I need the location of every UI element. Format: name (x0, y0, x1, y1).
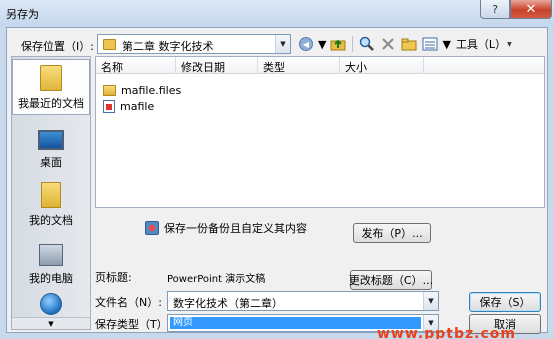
network-icon (40, 293, 62, 315)
up-folder-icon (330, 39, 346, 51)
change-title-button[interactable]: 更改标题（C）... (349, 270, 433, 290)
place-label: 我的电脑 (29, 272, 73, 285)
column-size[interactable]: 大小 (340, 57, 424, 74)
backup-note: 保存一份备份且自定义其内容 (145, 220, 307, 236)
column-type[interactable]: 类型 (258, 57, 340, 74)
publish-button[interactable]: 发布（P）... (353, 223, 431, 243)
desktop-icon (38, 130, 64, 150)
place-label: 我的文档 (29, 214, 73, 227)
file-name-value: 数字化技术（第二章） (173, 297, 283, 310)
place-label: 桌面 (40, 156, 62, 169)
toolbar-separator (352, 36, 354, 52)
file-list[interactable]: 名称 修改日期 类型 大小 mafile.files mafile (95, 56, 545, 208)
backup-note-text: 保存一份备份且自定义其内容 (164, 222, 307, 235)
file-name-label: 文件名（N）: (95, 296, 162, 309)
folder-icon (103, 39, 116, 50)
file-name: mafile.files (121, 83, 182, 97)
back-button[interactable]: ◀ (297, 35, 315, 53)
chevron-down-icon[interactable]: ▼ (275, 35, 290, 53)
views-icon (422, 37, 438, 51)
column-modified[interactable]: 修改日期 (176, 57, 258, 74)
column-header-row: 名称 修改日期 类型 大小 (96, 57, 544, 74)
my-documents-icon (41, 182, 61, 208)
new-folder-button[interactable] (400, 35, 418, 53)
place-recent-documents[interactable]: 我最近的文档 (12, 59, 90, 115)
page-title-value: PowerPoint 演示文稿 (167, 274, 266, 285)
my-computer-icon (39, 244, 63, 266)
window-title: 另存为 (6, 8, 39, 21)
web-document-icon (103, 99, 115, 113)
watermark: www.pptbz.com (377, 326, 516, 339)
place-my-documents[interactable]: 我的文档 (12, 175, 90, 231)
save-as-dialog: 保存位置（I）: 第二章 数字化技术 ▼ ◀ ▼ ▼ 工具（L） ▼ 我最近的文… (6, 27, 548, 339)
places-scroll-down[interactable]: ▼ (12, 317, 90, 329)
column-name[interactable]: 名称 (96, 57, 176, 74)
save-location-value: 第二章 数字化技术 (122, 40, 214, 53)
views-button[interactable] (421, 35, 439, 53)
tools-dropdown-icon: ▼ (507, 40, 512, 48)
page-title-label: 页标题: (95, 271, 132, 284)
views-dropdown-icon[interactable]: ▼ (442, 38, 450, 51)
folder-icon (103, 84, 116, 96)
tools-menu-button[interactable]: 工具（L） ▼ (454, 35, 514, 53)
place-network[interactable] (12, 289, 90, 319)
save-button[interactable]: 保存（S） (469, 292, 541, 312)
search-icon (360, 36, 375, 51)
delete-button[interactable] (379, 35, 397, 53)
new-folder-icon (401, 38, 417, 51)
places-bar: 我最近的文档 桌面 我的文档 我的电脑 ▼ (11, 56, 91, 330)
delete-icon (382, 38, 395, 50)
backup-icon (145, 221, 159, 235)
title-bar: 另存为 ? ✕ (0, 0, 554, 27)
place-desktop[interactable]: 桌面 (12, 117, 90, 173)
save-location-label: 保存位置（I）: (21, 40, 94, 53)
recent-folder-icon (40, 65, 62, 91)
file-row[interactable]: mafile (96, 98, 154, 114)
save-location-combo[interactable]: 第二章 数字化技术 ▼ (97, 34, 291, 54)
help-button[interactable]: ? (480, 0, 510, 19)
file-name: mafile (120, 99, 155, 113)
toolbar: ◀ ▼ ▼ 工具（L） ▼ (297, 34, 514, 54)
chevron-down-icon[interactable]: ▼ (423, 292, 438, 310)
up-folder-button[interactable] (329, 35, 347, 53)
tools-label: 工具（L） (455, 38, 507, 51)
save-type-label: 保存类型（T）: (95, 318, 172, 331)
search-web-button[interactable] (358, 35, 376, 53)
back-dropdown-icon[interactable]: ▼ (318, 38, 326, 51)
file-name-input[interactable]: 数字化技术（第二章） ▼ (167, 291, 439, 311)
place-label: 我最近的文档 (18, 97, 84, 110)
place-my-computer[interactable]: 我的电脑 (12, 233, 90, 289)
close-button[interactable]: ✕ (510, 0, 552, 19)
file-row[interactable]: mafile.files (96, 82, 181, 98)
back-arrow-icon: ◀ (299, 37, 313, 51)
